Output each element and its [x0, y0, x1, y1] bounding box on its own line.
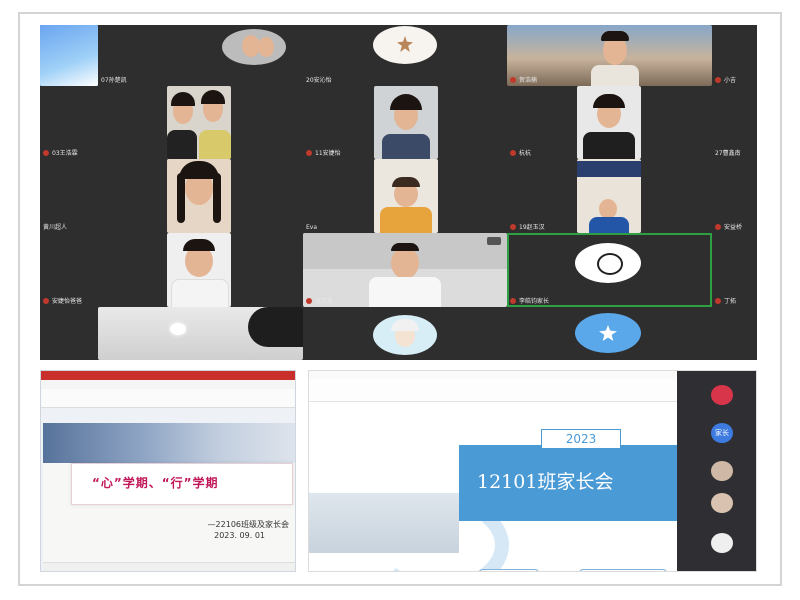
slide-date: 2023. 09. 01 — [214, 531, 265, 540]
shared-presentation-right: 2023 12101班家长会 家长 — [308, 370, 757, 572]
video-tile[interactable]: 丁拓 — [712, 233, 757, 307]
video-feed — [167, 159, 231, 233]
video-feed — [577, 86, 641, 159]
video-tile[interactable]: 11安婕怡 — [303, 86, 507, 159]
video-tile[interactable]: 贺浩楠 — [507, 25, 712, 86]
participant-name: 07孙楚凯 — [101, 77, 127, 84]
status-bar — [43, 562, 295, 571]
video-tile[interactable]: 20安沁怡 — [303, 25, 507, 86]
participant-name: 安益桥 — [715, 222, 742, 231]
sidebar-participant[interactable] — [677, 383, 756, 407]
video-feed — [374, 86, 438, 159]
participant-sidebar: 家长 — [677, 371, 756, 571]
sidebar-participant[interactable]: 家长 — [677, 421, 756, 445]
slide-title: 12101班家长会 — [477, 471, 614, 493]
avatar: 家长 — [711, 423, 733, 443]
video-tile[interactable] — [507, 307, 712, 360]
avatar — [711, 461, 733, 481]
participant-name: 20安沁怡 — [306, 77, 332, 84]
video-feed — [577, 159, 641, 233]
window-titlebar — [41, 371, 295, 380]
avatar — [373, 26, 437, 64]
video-feed — [167, 86, 231, 159]
ink-wash-decoration — [43, 423, 295, 463]
participant-name: 张文发 — [306, 296, 333, 305]
video-tile[interactable]: 张文发 — [303, 233, 507, 307]
participant-name: 小吉 — [715, 75, 736, 84]
video-tile[interactable] — [40, 25, 98, 86]
avatar — [575, 313, 641, 353]
sidebar-participant[interactable] — [677, 491, 756, 515]
video-conference-grid: 07孙楚凯 20安沁怡 贺浩楠 小吉 03王浩霖 11安婕怡 杭杭 27曹鑫南 … — [40, 25, 757, 360]
slide-info-pill — [479, 569, 539, 571]
video-tile[interactable]: 杭杭 — [507, 86, 712, 159]
slide-year: 2023 — [541, 429, 621, 449]
video-tile[interactable] — [712, 307, 757, 360]
video-feed — [98, 307, 303, 360]
shared-presentation-left: “心”学期、“行”学期 —22106班级及家长会 2023. 09. 01 — [40, 370, 296, 572]
video-tile[interactable]: 07孙楚凯 — [98, 25, 303, 86]
sidebar-participant[interactable] — [677, 531, 756, 555]
slide: 2023 12101班家长会 — [309, 405, 679, 571]
avatar — [711, 493, 733, 513]
avatar — [373, 315, 437, 355]
participant-name: 03王浩霖 — [43, 148, 78, 157]
avatar — [575, 243, 641, 283]
participant-name: 27曹鑫南 — [715, 150, 741, 157]
video-tile[interactable] — [303, 307, 507, 360]
participant-name: 丁拓 — [715, 296, 736, 305]
video-feed — [374, 159, 438, 233]
video-tile[interactable] — [40, 307, 303, 360]
participant-name: 黄川超人 — [43, 224, 68, 231]
participant-name: 19赵玉汉 — [510, 222, 545, 231]
video-feed — [40, 25, 98, 86]
participant-name: Eva — [306, 224, 318, 231]
video-tile[interactable]: 黄川超人 — [40, 159, 303, 233]
slide-info-pill — [579, 569, 667, 571]
video-tile[interactable]: 李皓钧家长 — [507, 233, 712, 307]
avatar — [711, 385, 733, 405]
slide: “心”学期、“行”学期 —22106班级及家长会 2023. 09. 01 — [43, 423, 295, 571]
video-tile[interactable]: 安婕怡爸爸 — [40, 233, 303, 307]
sidebar-participant[interactable] — [677, 459, 756, 483]
participant-name: 安婕怡爸爸 — [43, 296, 82, 305]
slide-subtitle: —22106班级及家长会 — [207, 520, 289, 529]
avatar — [222, 29, 286, 65]
avatar — [711, 533, 733, 553]
slide-title: “心”学期、“行”学期 — [92, 476, 219, 490]
toolbar-ribbon[interactable] — [41, 389, 295, 408]
participant-name: 李皓钧家长 — [510, 296, 549, 305]
participant-name: 杭杭 — [510, 148, 531, 157]
video-tile[interactable]: 03王浩霖 — [40, 86, 303, 159]
video-feed — [507, 25, 712, 86]
video-tile[interactable]: 27曹鑫南 — [712, 86, 757, 159]
participant-name: 11安婕怡 — [306, 148, 341, 157]
sidebar-header — [677, 371, 756, 383]
video-feed — [167, 233, 231, 307]
video-tile[interactable]: 安益桥 — [712, 159, 757, 233]
title-card: “心”学期、“行”学期 — [71, 463, 293, 505]
video-tile[interactable]: 小吉 — [712, 25, 757, 86]
participant-name: 贺浩楠 — [510, 75, 537, 84]
video-tile[interactable]: Eva — [303, 159, 507, 233]
video-feed — [303, 233, 507, 307]
menu-bar[interactable] — [41, 380, 295, 389]
video-tile[interactable]: 19赵玉汉 — [507, 159, 712, 233]
